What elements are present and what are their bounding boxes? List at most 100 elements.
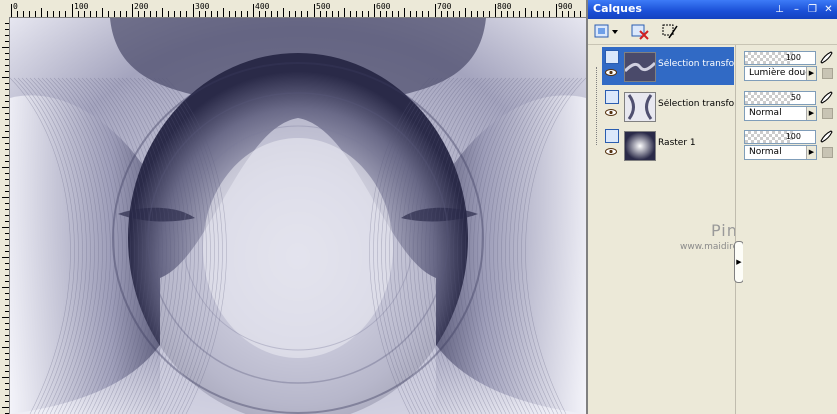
ruler-tick: [5, 191, 9, 192]
ruler-tick: [5, 41, 9, 42]
ruler-tick: [5, 53, 9, 54]
ruler-tick: [5, 359, 9, 360]
image-canvas[interactable]: [10, 18, 586, 414]
ruler-minor-tick: [114, 11, 115, 17]
layer-names-column: Sélection transformée Sélection transfor…: [588, 45, 784, 414]
ruler-tick: [5, 215, 9, 216]
ruler-minor-tick: [211, 11, 212, 17]
ruler-minor-tick: [17, 11, 18, 17]
opacity-slider[interactable]: 100: [744, 51, 816, 65]
ruler-tick: [5, 239, 9, 240]
ruler-tick: [2, 167, 9, 168]
layer-name: Raster 1: [658, 138, 696, 148]
ruler-tick: [5, 269, 9, 270]
layer-thumbnail: [624, 131, 656, 161]
ruler-minor-tick: [199, 11, 200, 17]
ruler-minor-tick: [108, 11, 109, 17]
ruler-minor-tick: [549, 11, 550, 17]
brush-icon[interactable]: [819, 129, 833, 143]
delete-layer-icon: [631, 24, 649, 40]
ruler-minor-tick: [368, 11, 369, 17]
lock-icon[interactable]: [822, 147, 833, 158]
ruler-minor-tick: [156, 11, 157, 17]
ruler-tick: [5, 161, 9, 162]
ruler-tick: [5, 311, 9, 312]
eye-icon[interactable]: [605, 148, 617, 155]
ruler-tick: [2, 47, 9, 48]
layer-row-raster-1[interactable]: Raster 1: [602, 126, 734, 164]
ruler-minor-tick: [465, 8, 466, 17]
ruler-minor-tick: [525, 8, 526, 17]
ruler-tick: [5, 155, 9, 156]
ruler-minor-tick: [120, 11, 121, 17]
opacity-value: 100: [785, 132, 801, 141]
blend-mode-select[interactable]: Normal ▶: [744, 106, 817, 121]
ruler-tick: [5, 125, 9, 126]
ruler-tick: [2, 377, 9, 378]
blend-mode-select[interactable]: Lumière douce ▶: [744, 66, 817, 81]
restore-icon[interactable]: ❐: [806, 3, 819, 16]
ruler-minor-tick: [265, 11, 266, 17]
ruler-tick: [5, 251, 9, 252]
ruler-tick: [5, 383, 9, 384]
ruler-minor-tick: [580, 11, 581, 17]
blend-mode-select[interactable]: Normal ▶: [744, 145, 817, 160]
ruler-tick: [5, 335, 9, 336]
layers-palette: Calques ⊥ – ❐ ✕ Sélection transfo Sélect…: [588, 0, 837, 414]
blend-mode-value: Normal: [749, 108, 782, 118]
ruler-label: 600: [376, 2, 391, 11]
ruler-minor-tick: [168, 11, 169, 17]
palette-title-bar[interactable]: Calques ⊥ – ❐ ✕: [588, 0, 837, 19]
ruler-minor-tick: [531, 11, 532, 17]
ruler-tick: [5, 71, 9, 72]
pin-icon[interactable]: ⊥: [773, 3, 786, 16]
ruler-major-tick: [556, 4, 557, 17]
ruler-label: 800: [497, 2, 512, 11]
ruler-minor-tick: [562, 11, 563, 17]
ruler-tick: [5, 305, 9, 306]
ruler-minor-tick: [568, 11, 569, 17]
ruler-minor-tick: [537, 11, 538, 17]
ruler-tick: [5, 323, 9, 324]
eye-icon[interactable]: [605, 109, 617, 116]
ruler-minor-tick: [289, 11, 290, 17]
opacity-track: [745, 92, 793, 104]
ruler-major-tick: [11, 4, 12, 17]
layer-row-selection-normal[interactable]: Sélection transformée: [602, 87, 734, 125]
ruler-minor-tick: [307, 11, 308, 17]
ruler-tick: [2, 107, 9, 108]
opacity-slider[interactable]: 50: [744, 91, 816, 105]
thumbnail-pattern-icon: [625, 93, 655, 121]
ruler-tick: [5, 233, 9, 234]
layer-row-selection-soft-light[interactable]: Sélection transformée: [602, 47, 734, 85]
ruler-major-tick: [253, 4, 254, 17]
brush-icon[interactable]: [819, 50, 833, 64]
ruler-minor-tick: [259, 11, 260, 17]
lock-icon[interactable]: [822, 68, 833, 79]
ruler-minor-tick: [507, 11, 508, 17]
thumbnail-wave-icon: [625, 53, 655, 81]
ruler-label: 900: [558, 2, 573, 11]
column-splitter[interactable]: ▶: [734, 45, 744, 414]
layer-list-area: Sélection transformée Sélection transfor…: [588, 45, 837, 414]
new-layer-dropdown-button[interactable]: [592, 22, 620, 41]
ruler-minor-tick: [362, 11, 363, 17]
lock-icon[interactable]: [822, 108, 833, 119]
layer-type-icon: [605, 90, 619, 104]
dropdown-arrow-icon: ▶: [806, 67, 816, 80]
delete-layer-button[interactable]: [630, 22, 650, 41]
ruler-minor-tick: [271, 11, 272, 17]
ruler-tick: [5, 173, 9, 174]
ruler-minor-tick: [59, 11, 60, 17]
ruler-minor-tick: [96, 11, 97, 17]
ruler-tick: [5, 401, 9, 402]
ruler-major-tick: [132, 4, 133, 17]
eye-icon[interactable]: [605, 69, 617, 76]
minimize-icon[interactable]: –: [790, 3, 803, 16]
layer-name: Sélection transformée: [658, 59, 734, 69]
brush-icon[interactable]: [819, 90, 833, 104]
ruler-minor-tick: [513, 11, 514, 17]
close-icon[interactable]: ✕: [822, 3, 835, 16]
mask-button[interactable]: [660, 22, 680, 41]
opacity-slider[interactable]: 100: [744, 130, 816, 144]
